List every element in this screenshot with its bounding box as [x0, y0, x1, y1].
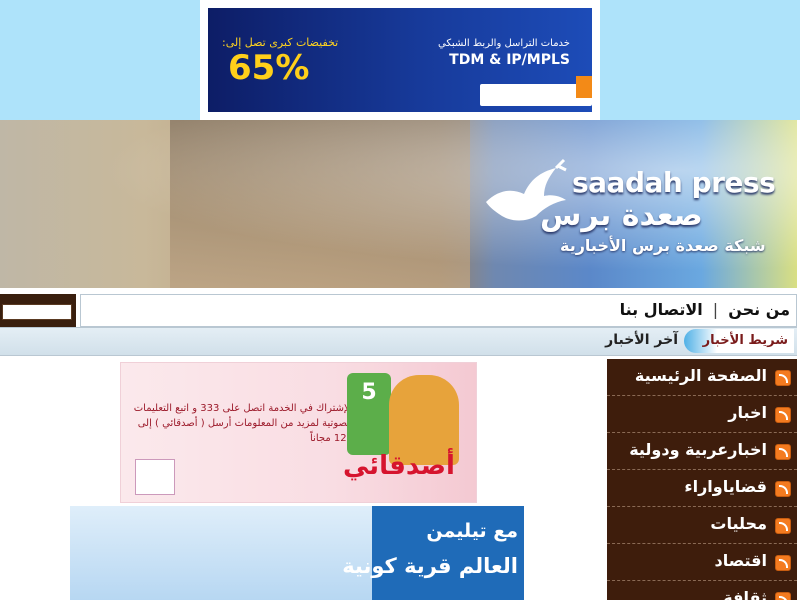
ticker-latest-link[interactable]: آخر الأخبار — [605, 332, 678, 348]
sidebar-item-label: الصفحة الرئيسية — [634, 366, 767, 385]
logo-tagline: شبكة صعدة برس الأخبارية — [560, 236, 766, 255]
sidebar-item-label: قضاياواراء — [684, 477, 767, 496]
rss-icon[interactable] — [775, 592, 791, 600]
sidebar-item-label: محليات — [710, 514, 767, 533]
ad-phone-number: 5 — [361, 380, 377, 405]
nav-about-link[interactable]: من نحن — [728, 300, 790, 319]
top-ad-orange-tab — [576, 76, 592, 98]
top-nav-links: من نحن | الاتصال بنا — [618, 300, 792, 319]
ashdqai-ad[interactable]: للإشتراك في الخدمة اتصل على 333 و اتبع ا… — [120, 362, 477, 503]
sidebar-item-culture[interactable]: ثقافة — [607, 581, 797, 600]
sidebar-item-economy[interactable]: اقتصاد — [607, 544, 797, 581]
site-banner[interactable]: saadah press صعدة برس شبكة صعدة برس الأخ… — [0, 120, 797, 288]
top-ad-tech-text: TDM & IP/MPLS — [449, 52, 570, 68]
sidebar-item-local[interactable]: محليات — [607, 507, 797, 544]
sidebar-item-label: اخبار — [728, 403, 767, 422]
ad-bottom-line1: مع تيليمن — [426, 520, 518, 542]
rss-icon[interactable] — [775, 444, 791, 460]
top-ad-image[interactable]: تخفيضات كبرى تصل إلى: 65% خدمات التراسل … — [208, 8, 592, 112]
ad-mid-text: للإشتراك في الخدمة اتصل على 333 و اتبع ا… — [133, 403, 353, 444]
phone-icon: 5 — [347, 373, 391, 455]
ticker-badge-label: شريط الأخبار — [702, 333, 788, 348]
logo-arabic: صعدة برس — [540, 198, 703, 233]
rss-icon[interactable] — [775, 370, 791, 386]
teleyemen-ad[interactable]: مع تيليمن العالم قرية كونية — [70, 506, 524, 600]
sidebar-item-news[interactable]: اخبار — [607, 396, 797, 433]
yemen-mobile-logo — [135, 459, 175, 495]
ad-mid-brand: أصدقائي — [343, 451, 455, 481]
logo-latin: saadah press — [572, 166, 776, 199]
rss-icon[interactable] — [775, 555, 791, 571]
sidebar-item-home[interactable]: الصفحة الرئيسية — [607, 359, 797, 396]
nav-contact-link[interactable]: الاتصال بنا — [620, 300, 703, 319]
sidebar-item-label: اقتصاد — [714, 551, 767, 570]
top-ad-discount: 65% — [228, 48, 310, 88]
rss-icon[interactable] — [775, 518, 791, 534]
rss-icon[interactable] — [775, 481, 791, 497]
sidebar-item-label: اخبارعربية ودولية — [629, 440, 767, 459]
rss-icon[interactable] — [775, 407, 791, 423]
globe-image — [70, 506, 372, 600]
sidebar-item-world-news[interactable]: اخبارعربية ودولية — [607, 433, 797, 470]
nav-separator: | — [712, 300, 719, 319]
sidebar-item-label: ثقافة — [723, 588, 767, 600]
top-ad-service-text: خدمات التراسل والربط الشبكي — [438, 38, 570, 49]
sidebar-item-opinions[interactable]: قضاياواراء — [607, 470, 797, 507]
ad-bottom-line2: العالم قرية كونية — [342, 554, 518, 578]
search-box[interactable] — [2, 304, 72, 320]
top-ad-banner[interactable]: تخفيضات كبرى تصل إلى: 65% خدمات التراسل … — [200, 0, 600, 120]
